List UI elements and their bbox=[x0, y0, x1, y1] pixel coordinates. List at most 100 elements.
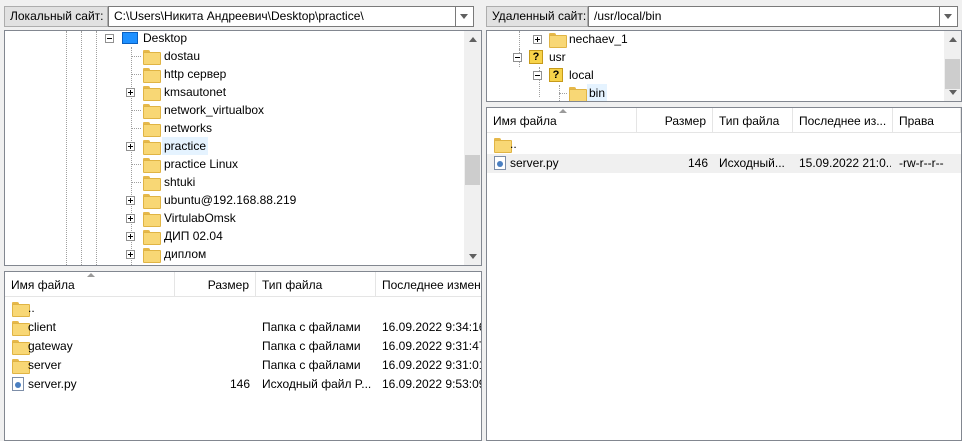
desktop-icon bbox=[122, 32, 138, 44]
tree-item-label: http сервер bbox=[164, 67, 227, 81]
folder-icon bbox=[143, 194, 161, 209]
expand-plus-icon[interactable] bbox=[126, 214, 135, 223]
remote-site-path-input[interactable]: /usr/local/bin bbox=[588, 6, 940, 27]
tree-item-label: network_virtualbox bbox=[164, 103, 265, 117]
tree-item[interactable]: ubuntu@192.168.88.219 bbox=[5, 191, 465, 209]
folder-icon bbox=[143, 212, 161, 227]
tree-item[interactable]: ДИП 02.04 bbox=[5, 227, 465, 245]
local-tree-scrollbar[interactable] bbox=[464, 31, 481, 265]
column-header-modified[interactable]: Последнее измен... bbox=[376, 272, 481, 297]
folder-icon bbox=[12, 340, 30, 355]
expand-plus-icon[interactable] bbox=[126, 250, 135, 259]
scroll-up-arrow-icon[interactable] bbox=[464, 31, 481, 48]
remote-site-dropdown-button[interactable] bbox=[940, 6, 958, 27]
expand-plus-icon[interactable] bbox=[126, 88, 135, 97]
column-header-permissions[interactable]: Права bbox=[893, 108, 961, 133]
column-header-size[interactable]: Размер bbox=[175, 272, 256, 297]
remote-tree-scrollbar[interactable] bbox=[944, 31, 961, 101]
column-header-size[interactable]: Размер bbox=[637, 108, 713, 133]
expand-plus-icon[interactable] bbox=[126, 142, 135, 151]
file-row[interactable]: client Папка с файлами 16.09.2022 9:34:16 bbox=[5, 318, 481, 337]
tree-item[interactable]: kmsautonet bbox=[5, 83, 465, 101]
file-row[interactable]: server.py 146 Исходный файл P... 16.09.2022… bbox=[5, 375, 481, 394]
tree-guide-line bbox=[559, 93, 567, 94]
scroll-thumb[interactable] bbox=[465, 155, 480, 185]
remote-directory-tree[interactable]: nechaev_1? usr ? local bin bbox=[486, 30, 962, 102]
file-row[interactable]: .. bbox=[5, 299, 481, 318]
folder-icon bbox=[143, 140, 161, 155]
local-site-dropdown-button[interactable] bbox=[456, 6, 474, 27]
tree-item[interactable]: networks bbox=[5, 119, 465, 137]
tree-item[interactable]: ? local bbox=[487, 66, 943, 84]
column-header-modified[interactable]: Последнее из... bbox=[793, 108, 893, 133]
tree-item[interactable]: ? usr bbox=[487, 48, 943, 66]
folder-icon bbox=[549, 33, 567, 48]
collapse-minus-icon[interactable] bbox=[513, 53, 522, 62]
folder-icon bbox=[494, 138, 512, 153]
tree-item[interactable]: bin bbox=[487, 84, 943, 101]
tree-item[interactable]: диплом bbox=[5, 245, 465, 263]
tree-item[interactable]: practice Linux bbox=[5, 155, 465, 173]
tree-guide-line bbox=[131, 74, 141, 75]
file-name-cell: gateway bbox=[28, 339, 73, 353]
file-modified-cell: 15.09.2022 21:0... bbox=[799, 156, 891, 170]
unknown-folder-icon: ? bbox=[529, 50, 543, 64]
collapse-minus-icon[interactable] bbox=[105, 34, 114, 43]
file-modified-cell: 16.09.2022 9:34:16 bbox=[382, 320, 482, 334]
expand-plus-icon[interactable] bbox=[126, 232, 135, 241]
scroll-down-arrow-icon[interactable] bbox=[944, 84, 961, 101]
tree-item-label: usr bbox=[549, 50, 566, 64]
remote-site-label: Удаленный сайт: bbox=[486, 6, 588, 27]
python-file-icon bbox=[494, 156, 506, 170]
folder-icon bbox=[143, 86, 161, 101]
remote-list-header: Имя файла Размер Тип файла Последнее из.… bbox=[487, 108, 961, 133]
file-modified-cell: 16.09.2022 9:31:01 bbox=[382, 358, 482, 372]
tree-item-label: practice Linux bbox=[164, 157, 239, 171]
remote-file-list[interactable]: Имя файла Размер Тип файла Последнее из.… bbox=[486, 107, 962, 441]
collapse-minus-icon[interactable] bbox=[533, 71, 542, 80]
local-directory-tree[interactable]: Desktop dostau http сервер kmsautonet networ… bbox=[4, 30, 482, 266]
scroll-up-arrow-icon[interactable] bbox=[944, 31, 961, 48]
tree-item-label: ubuntu@192.168.88.219 bbox=[164, 193, 297, 207]
tree-guide-line bbox=[131, 182, 141, 183]
column-header-type[interactable]: Тип файла bbox=[256, 272, 376, 297]
file-size-cell: 146 bbox=[229, 377, 250, 391]
scroll-down-arrow-icon[interactable] bbox=[464, 248, 481, 265]
local-file-list[interactable]: Имя файла Размер Тип файла Последнее изм… bbox=[4, 271, 482, 441]
tree-item-label: networks bbox=[164, 121, 213, 135]
local-site-path-input[interactable]: C:\Users\Никита Андреевич\Desktop\practi… bbox=[108, 6, 456, 27]
file-row[interactable]: server.py 146 Исходный... 15.09.2022 21:0..… bbox=[487, 154, 961, 173]
tree-guide-line bbox=[131, 110, 141, 111]
file-type-cell: Папка с файлами bbox=[262, 320, 361, 334]
tree-item[interactable]: VirtulabOmsk bbox=[5, 209, 465, 227]
file-row[interactable]: .. bbox=[487, 135, 961, 154]
tree-item[interactable]: http сервер bbox=[5, 65, 465, 83]
folder-icon bbox=[569, 87, 587, 101]
tree-item-label: ДИП 02.04 bbox=[164, 229, 223, 243]
local-pane: Локальный сайт: C:\Users\Никита Андрееви… bbox=[0, 0, 482, 441]
file-modified-cell: 16.09.2022 9:31:47 bbox=[382, 339, 482, 353]
expand-plus-icon[interactable] bbox=[126, 196, 135, 205]
tree-item[interactable]: nechaev_1 bbox=[487, 31, 943, 48]
file-name-cell: server.py bbox=[28, 377, 77, 391]
folder-icon bbox=[12, 359, 30, 374]
file-row[interactable]: gateway Папка с файлами 16.09.2022 9:31:47 bbox=[5, 337, 481, 356]
sort-ascending-icon bbox=[87, 273, 95, 277]
tree-item[interactable]: practice bbox=[5, 137, 465, 155]
tree-guide-line bbox=[131, 56, 141, 57]
tree-item-label: Desktop bbox=[143, 31, 188, 45]
file-name-cell: .. bbox=[510, 137, 517, 151]
sort-ascending-icon bbox=[559, 109, 567, 113]
file-type-cell: Папка с файлами bbox=[262, 339, 361, 353]
tree-item[interactable]: dostau bbox=[5, 47, 465, 65]
tree-item[interactable]: network_virtualbox bbox=[5, 101, 465, 119]
column-header-type[interactable]: Тип файла bbox=[713, 108, 793, 133]
python-file-icon bbox=[12, 377, 24, 391]
file-row[interactable]: server Папка с файлами 16.09.2022 9:31:01 bbox=[5, 356, 481, 375]
tree-item[interactable]: shtuki bbox=[5, 173, 465, 191]
expand-plus-icon[interactable] bbox=[533, 35, 542, 44]
file-name-cell: server bbox=[28, 358, 62, 372]
folder-icon bbox=[143, 248, 161, 263]
tree-item[interactable]: Desktop bbox=[5, 31, 465, 47]
tree-item-label: shtuki bbox=[164, 175, 196, 189]
